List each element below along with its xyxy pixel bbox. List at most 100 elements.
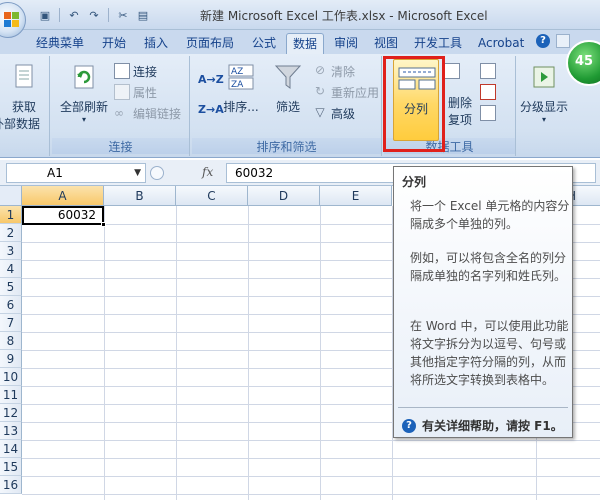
svg-text:ZA: ZA xyxy=(231,80,244,90)
tab-home[interactable]: 开始 xyxy=(96,33,132,54)
tab-formulas[interactable]: 公式 xyxy=(246,33,282,54)
group-sort-filter: A→Z Z→A AZ ZA 排序... 筛选 ⊘ 清除 ↻ 重新应用 ▽ 高级 … xyxy=(192,56,382,156)
outline-label: 分级显示 xyxy=(519,100,568,114)
advanced-filter-button[interactable]: ▽ 高级 xyxy=(312,104,355,122)
ribbon-minimize-button[interactable] xyxy=(556,34,570,48)
row-gridline xyxy=(22,458,600,459)
column-header-a[interactable]: A xyxy=(22,186,104,206)
insert-function-icon[interactable]: fx xyxy=(202,165,213,179)
tooltip-help: ? 有关详细帮助，请按 F1。 xyxy=(402,417,563,434)
select-all-corner[interactable] xyxy=(0,186,22,206)
filter-icon xyxy=(274,65,302,89)
group-rows-icon[interactable] xyxy=(480,104,496,122)
tab-review[interactable]: 审阅 xyxy=(328,33,364,54)
row-header[interactable]: 9 xyxy=(0,350,22,368)
row-header[interactable]: 4 xyxy=(0,260,22,278)
row-header[interactable]: 7 xyxy=(0,314,22,332)
refresh-all-button[interactable]: 全部刷新 ▾ xyxy=(56,62,112,124)
tooltip-help-text: 有关详细帮助，请按 F1。 xyxy=(422,419,563,433)
reapply-button[interactable]: ↻ 重新应用 xyxy=(312,83,379,101)
quick-access-toolbar: ▣ ↶ ↷ ✂ ▤ xyxy=(36,6,152,24)
tab-insert[interactable]: 插入 xyxy=(138,33,174,54)
sort-icon: AZ ZA xyxy=(228,64,254,90)
cell-a1[interactable]: 60032 xyxy=(22,206,104,225)
row-header[interactable]: 2 xyxy=(0,224,22,242)
row-header[interactable]: 8 xyxy=(0,332,22,350)
name-box-value: A1 xyxy=(47,166,63,180)
save-icon[interactable]: ▣ xyxy=(36,6,54,24)
row-header[interactable]: 12 xyxy=(0,404,22,422)
edit-links-button[interactable]: ∞ 编辑链接 xyxy=(114,104,181,122)
paste-icon[interactable]: ▤ xyxy=(134,6,152,24)
tab-developer[interactable]: 开发工具 xyxy=(408,33,468,54)
dropdown-arrow-icon: ▾ xyxy=(81,115,86,124)
group-rows-glyph-icon xyxy=(480,105,496,121)
help-icon[interactable]: ? xyxy=(536,34,550,48)
tab-classic-menu[interactable]: 经典菜单 xyxy=(30,33,90,54)
row-header[interactable]: 13 xyxy=(0,422,22,440)
group-connections: 全部刷新 ▾ 连接 属性 ∞ 编辑链接 连接 xyxy=(52,56,190,156)
get-external-label-1: 获取 xyxy=(11,100,36,114)
remove-duplicates-button[interactable]: 删除 复项 xyxy=(442,94,478,128)
what-if-icon[interactable] xyxy=(480,83,496,101)
highlight-box xyxy=(383,56,445,152)
row-header[interactable]: 10 xyxy=(0,368,22,386)
column-header-c[interactable]: C xyxy=(176,186,248,206)
row-header[interactable]: 15 xyxy=(0,458,22,476)
undo-icon[interactable]: ↶ xyxy=(65,6,83,24)
tooltip-title: 分列 xyxy=(402,175,427,189)
properties-button[interactable]: 属性 xyxy=(114,83,157,101)
fill-handle[interactable] xyxy=(101,222,106,227)
tab-data[interactable]: 数据 xyxy=(286,33,325,54)
connections-icon xyxy=(114,63,130,79)
clear-button[interactable]: ⊘ 清除 xyxy=(312,62,355,80)
sort-button[interactable]: AZ ZA 排序... xyxy=(220,62,262,115)
group-label-sort-filter: 排序和筛选 xyxy=(192,138,381,154)
row-gridline xyxy=(22,494,600,495)
office-logo-icon xyxy=(4,12,20,28)
formula-bar-expander[interactable] xyxy=(150,166,164,180)
column-header-e[interactable]: E xyxy=(320,186,392,206)
advanced-filter-icon: ▽ xyxy=(315,105,325,119)
tooltip-paragraph-1: 将一个 Excel 单元格的内容分隔成多个单独的列。 xyxy=(410,199,570,231)
help-icon: ? xyxy=(402,418,416,433)
reapply-label: 重新应用 xyxy=(331,85,380,100)
row-header[interactable]: 14 xyxy=(0,440,22,458)
tab-acrobat[interactable]: Acrobat xyxy=(472,33,530,54)
row-header[interactable]: 16 xyxy=(0,476,22,494)
reapply-icon: ↻ xyxy=(314,84,326,98)
refresh-icon xyxy=(74,65,94,89)
row-gridline xyxy=(22,440,600,441)
row-header[interactable]: 1 xyxy=(0,206,22,224)
tab-page-layout[interactable]: 页面布局 xyxy=(180,33,240,54)
clear-filter-icon: ⊘ xyxy=(314,63,326,77)
connections-button[interactable]: 连接 xyxy=(114,62,157,80)
consolidate-glyph-icon xyxy=(480,63,496,79)
format-painter-icon[interactable]: ✂ xyxy=(114,6,132,24)
row-header[interactable]: 11 xyxy=(0,386,22,404)
column-header-d[interactable]: D xyxy=(248,186,320,206)
outline-icon xyxy=(533,66,555,88)
tooltip-paragraph-3: 在 Word 中，可以使用此功能将文字拆分为以逗号、句号或其他指定字符分隔的列，… xyxy=(410,319,569,387)
row-header[interactable]: 5 xyxy=(0,278,22,296)
row-header[interactable]: 3 xyxy=(0,242,22,260)
filter-button[interactable]: 筛选 xyxy=(270,62,306,115)
group-get-external-data: 获取 外部数据 xyxy=(0,56,50,156)
ribbon-tabs: 经典菜单 开始 插入 页面布局 公式 数据 审阅 视图 开发工具 Acrobat xyxy=(0,30,600,54)
redo-icon[interactable]: ↷ xyxy=(85,6,103,24)
outline-button[interactable]: 分级显示 ▾ xyxy=(518,62,570,124)
tooltip-paragraph-2: 例如，可以将包含全名的列分隔成单独的名字列和姓氏列。 xyxy=(410,251,567,283)
get-external-label-2: 外部数据 xyxy=(0,117,41,131)
column-header-b[interactable]: B xyxy=(104,186,176,206)
tooltip-divider xyxy=(398,407,568,408)
chevron-down-icon[interactable]: ▼ xyxy=(134,164,141,182)
title-bar: ▣ ↶ ↷ ✂ ▤ 新建 Microsoft Excel 工作表.xlsx - … xyxy=(0,0,600,38)
tab-view[interactable]: 视图 xyxy=(368,33,404,54)
group-outline: 分级显示 ▾ xyxy=(518,56,568,156)
data-validation-icon[interactable] xyxy=(444,62,460,80)
get-external-data-button[interactable]: 获取 外部数据 xyxy=(0,62,48,132)
name-box[interactable]: A1 ▼ xyxy=(6,163,146,183)
external-data-icon xyxy=(15,64,33,88)
consolidate-icon[interactable] xyxy=(480,62,496,80)
row-header[interactable]: 6 xyxy=(0,296,22,314)
